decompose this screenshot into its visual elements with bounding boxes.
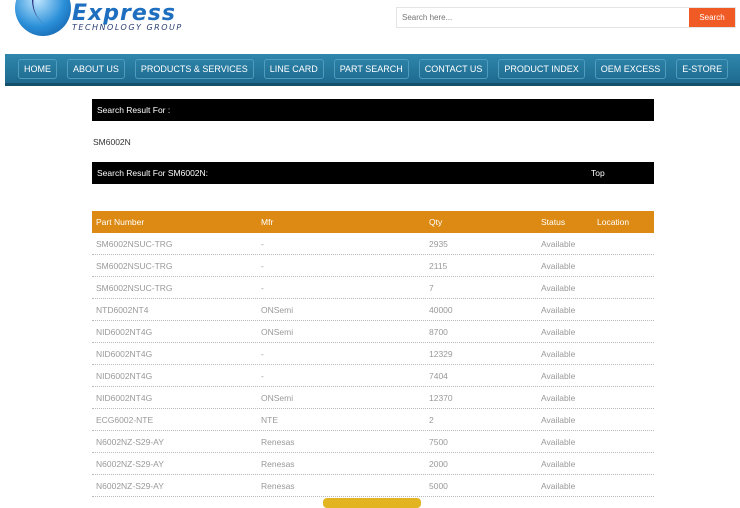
- table-row[interactable]: N6002NZ-S29-AY Renesas 5000 Available: [92, 475, 654, 497]
- table-row[interactable]: NID6002NT4G ONSemi 12370 Available: [92, 387, 654, 409]
- table-row[interactable]: SM6002NSUC-TRG - 7 Available: [92, 277, 654, 299]
- table-cell: Available: [541, 282, 576, 293]
- table-cell: NTD6002NT4: [96, 304, 149, 315]
- nav-item-e-store[interactable]: E-STORE: [676, 58, 729, 79]
- table-cell: ONSemi: [261, 392, 294, 403]
- table-row[interactable]: N6002NZ-S29-AY Renesas 2000 Available: [92, 453, 654, 475]
- column-header: Mfr: [261, 217, 274, 227]
- table-cell: 12370: [429, 392, 453, 403]
- table-cell: NID6002NT4G: [96, 370, 153, 381]
- table-cell: Available: [541, 326, 576, 337]
- column-header: Part Number: [96, 217, 145, 227]
- table-cell: -: [261, 370, 264, 381]
- column-header: Qty: [429, 217, 443, 227]
- table-row[interactable]: NID6002NT4G ONSemi 8700 Available: [92, 321, 654, 343]
- table-cell: 12329: [429, 348, 453, 359]
- main-nav: HOME ABOUT US PRODUCTS & SERVICES LINE CARD…: [5, 54, 740, 86]
- table-cell: SM6002NSUC-TRG: [96, 282, 173, 293]
- top-link[interactable]: Top: [591, 168, 605, 178]
- search-result-for-bar: Search Result For :: [92, 99, 654, 121]
- table-header: Part Number Mfr Qty Status Location: [92, 211, 654, 233]
- table-cell: N6002NZ-S29-AY: [96, 480, 164, 491]
- table-cell: SM6002NSUC-TRG: [96, 238, 173, 249]
- table-cell: 5000: [429, 480, 448, 491]
- table-cell: Available: [541, 392, 576, 403]
- table-cell: ONSemi: [261, 326, 294, 337]
- table-cell: ECG6002-NTE: [96, 414, 154, 425]
- table-cell: Available: [541, 348, 576, 359]
- nav-item-home[interactable]: HOME: [18, 58, 57, 79]
- table-row[interactable]: NID6002NT4G - 12329 Available: [92, 343, 654, 365]
- nav-item-line-card[interactable]: LINE CARD: [263, 58, 324, 79]
- logo[interactable]: Express TECHNOLOGY GROUP: [10, 0, 350, 50]
- table-cell: N6002NZ-S29-AY: [96, 458, 164, 469]
- nav-item-oem-excess[interactable]: OEM EXCESS: [594, 58, 667, 79]
- table-cell: Available: [541, 260, 576, 271]
- table-cell: -: [261, 348, 264, 359]
- table-cell: NID6002NT4G: [96, 392, 153, 403]
- search-input[interactable]: [397, 8, 689, 27]
- table-cell: Renesas: [261, 458, 295, 469]
- column-header: Status: [541, 217, 566, 227]
- table-cell: NID6002NT4G: [96, 348, 153, 359]
- table-cell: Renesas: [261, 480, 295, 491]
- table-row[interactable]: SM6002NSUC-TRG - 2115 Available: [92, 255, 654, 277]
- results-table: Part Number Mfr Qty Status Location SM6002NSU…: [92, 211, 654, 497]
- nav-item-part-search[interactable]: PART SEARCH: [333, 58, 409, 79]
- table-cell: 2000: [429, 458, 448, 469]
- table-row[interactable]: NID6002NT4G - 7404 Available: [92, 365, 654, 387]
- table-cell: Available: [541, 480, 576, 491]
- table-cell: 7: [429, 282, 434, 293]
- table-cell: 8700: [429, 326, 448, 337]
- table-cell: NID6002NT4G: [96, 326, 153, 337]
- table-cell: SM6002NSUC-TRG: [96, 260, 173, 271]
- table-row[interactable]: ECG6002-NTE NTE 2 Available: [92, 409, 654, 431]
- brand-tagline: TECHNOLOGY GROUP: [72, 23, 183, 32]
- table-cell: 2935: [429, 238, 448, 249]
- table-cell: Available: [541, 238, 576, 249]
- search-term: SM6002N: [93, 137, 131, 147]
- table-row[interactable]: NTD6002NT4 ONSemi 40000 Available: [92, 299, 654, 321]
- more-button[interactable]: [323, 498, 421, 508]
- nav-item-product-index[interactable]: PRODUCT INDEX: [498, 58, 585, 79]
- table-cell: -: [261, 238, 264, 249]
- nav-item-products-services[interactable]: PRODUCTS & SERVICES: [134, 58, 254, 79]
- table-cell: -: [261, 260, 264, 271]
- table-cell: Available: [541, 304, 576, 315]
- table-cell: Available: [541, 458, 576, 469]
- table-cell: ONSemi: [261, 304, 294, 315]
- table-cell: 7500: [429, 436, 448, 447]
- table-cell: Available: [541, 370, 576, 381]
- nav-item-contact-us[interactable]: CONTACT US: [418, 58, 489, 79]
- nav-item-about-us[interactable]: ABOUT US: [67, 58, 125, 79]
- search-button[interactable]: Search: [689, 8, 735, 27]
- table-cell: N6002NZ-S29-AY: [96, 436, 164, 447]
- results-label: Search Result For SM6002N:: [97, 168, 209, 178]
- results-bar: Search Result For SM6002N: Top: [92, 162, 654, 184]
- table-cell: 40000: [429, 304, 453, 315]
- table-cell: Renesas: [261, 436, 295, 447]
- table-cell: -: [261, 282, 264, 293]
- table-row[interactable]: N6002NZ-S29-AY Renesas 7500 Available: [92, 431, 654, 453]
- table-cell: 7404: [429, 370, 448, 381]
- table-cell: 2: [429, 414, 434, 425]
- search-form: Search: [396, 7, 736, 28]
- table-cell: Available: [541, 414, 576, 425]
- table-row[interactable]: SM6002NSUC-TRG - 2935 Available: [92, 233, 654, 255]
- table-cell: Available: [541, 436, 576, 447]
- table-cell: NTE: [261, 414, 278, 425]
- column-header: Location: [597, 217, 630, 227]
- table-cell: 2115: [429, 260, 448, 271]
